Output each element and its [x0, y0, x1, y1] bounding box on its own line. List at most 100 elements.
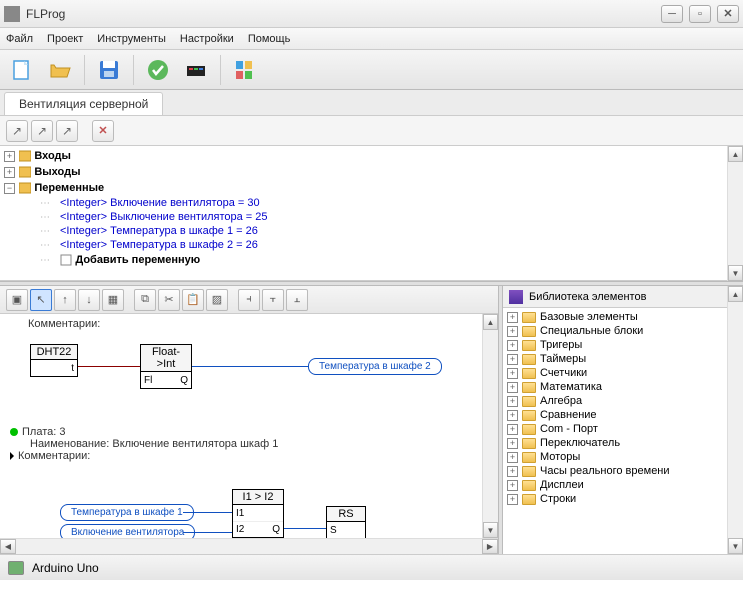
tag-fan-on[interactable]: Включение вентилятора — [60, 524, 195, 538]
library-item[interactable]: +Переключатель — [505, 436, 725, 450]
tree-toggle-icon[interactable]: + — [507, 312, 518, 323]
canvas-tool-align3[interactable]: ⫠ — [286, 289, 308, 311]
tree-var-item[interactable]: <Integer> Температура в шкафе 1 = 26 — [60, 225, 258, 237]
tree-add-variable[interactable]: Добавить переменную — [75, 254, 200, 266]
tree-toggle-icon[interactable]: + — [507, 326, 518, 337]
menu-settings[interactable]: Настройки — [180, 33, 234, 45]
scroll-down-icon[interactable]: ▼ — [728, 538, 743, 554]
library-item[interactable]: +Часы реального времени — [505, 464, 725, 478]
tree-toggle-icon[interactable]: + — [507, 354, 518, 365]
library-tree[interactable]: +Базовые элементы+Специальные блоки+Триг… — [503, 308, 727, 554]
tree-toggle-icon[interactable]: + — [507, 396, 518, 407]
close-button[interactable]: ✕ — [717, 5, 739, 23]
tree-btn-2[interactable]: ↗ — [31, 120, 53, 142]
tree-variables[interactable]: Переменные — [34, 182, 104, 194]
tree-inputs[interactable]: Входы — [34, 150, 71, 162]
menu-tools[interactable]: Инструменты — [97, 33, 166, 45]
scroll-right-icon[interactable]: ▶ — [482, 539, 498, 554]
library-item[interactable]: +Com - Порт — [505, 422, 725, 436]
canvas-scrollbar-v[interactable]: ▲▼ — [482, 314, 498, 538]
menu-project[interactable]: Проект — [47, 33, 83, 45]
tree-var-item[interactable]: <Integer> Выключение вентилятора = 25 — [60, 211, 268, 223]
tree-toggle-icon[interactable]: + — [507, 340, 518, 351]
canvas-tool-9[interactable]: ▨ — [206, 289, 228, 311]
save-button[interactable] — [93, 54, 125, 86]
tree-toggle-icon[interactable]: + — [507, 424, 518, 435]
menu-file[interactable]: Файл — [6, 33, 33, 45]
block-dht22[interactable]: DHT22 t — [30, 344, 78, 377]
library-item[interactable]: +Базовые элементы — [505, 310, 725, 324]
block-port: Q — [180, 375, 188, 386]
scroll-up-icon[interactable]: ▲ — [728, 146, 743, 162]
tree-toggle-icon[interactable]: + — [507, 368, 518, 379]
tree-toggle-icon[interactable]: + — [4, 151, 15, 162]
maximize-button[interactable]: ▫ — [689, 5, 711, 23]
statusbar: Arduino Uno — [0, 554, 743, 580]
canvas-tool-cut[interactable]: ✂ — [158, 289, 180, 311]
tree-panel[interactable]: + Входы + Выходы − Переменные ⋯<Integer>… — [0, 146, 727, 281]
library-item[interactable]: +Строки — [505, 492, 725, 506]
tag-temp1[interactable]: Температура в шкафе 1 — [60, 504, 194, 521]
block-float2int[interactable]: Float->Int FlQ — [140, 344, 192, 389]
tree-toggle-icon[interactable]: + — [4, 167, 15, 178]
verify-button[interactable] — [142, 54, 174, 86]
tree-btn-1[interactable]: ↗ — [6, 120, 28, 142]
canvas-tool-down[interactable]: ↓ — [78, 289, 100, 311]
canvas-scrollbar-h[interactable]: ◀▶ — [0, 538, 498, 554]
library-scrollbar[interactable]: ▲▼ — [727, 286, 743, 554]
tree-toggle-icon[interactable]: + — [507, 382, 518, 393]
scroll-down-icon[interactable]: ▼ — [483, 522, 498, 538]
scroll-down-icon[interactable]: ▼ — [728, 265, 743, 281]
library-item[interactable]: +Счетчики — [505, 366, 725, 380]
tab-project[interactable]: Вентиляция серверной — [4, 92, 163, 115]
new-button[interactable] — [6, 54, 38, 86]
library-item[interactable]: +Сравнение — [505, 408, 725, 422]
minimize-button[interactable]: ─ — [661, 5, 683, 23]
canvas-tool-5[interactable]: ▦ — [102, 289, 124, 311]
menu-help[interactable]: Помощь — [248, 33, 291, 45]
folder-icon — [522, 312, 536, 323]
canvas-tool-paste[interactable]: 📋 — [182, 289, 204, 311]
open-button[interactable] — [44, 54, 76, 86]
tree-toggle-icon[interactable]: + — [507, 438, 518, 449]
tree-toggle-icon[interactable]: + — [507, 466, 518, 477]
upload-button[interactable] — [180, 54, 212, 86]
tree-outputs[interactable]: Выходы — [34, 166, 80, 178]
toolbar-separator — [84, 55, 85, 85]
tree-toggle-icon[interactable]: + — [507, 410, 518, 421]
tag-temp2[interactable]: Температура в шкафе 2 — [308, 358, 442, 375]
tree-var-item[interactable]: <Integer> Температура в шкафе 2 = 26 — [60, 239, 258, 251]
window-title: FLProg — [26, 7, 65, 21]
canvas-tool-1[interactable]: ▣ — [6, 289, 28, 311]
library-item[interactable]: +Алгебра — [505, 394, 725, 408]
tree-var-item[interactable]: <Integer> Включение вентилятора = 30 — [60, 197, 260, 209]
canvas-tool-align2[interactable]: ⫟ — [262, 289, 284, 311]
library-item[interactable]: +Математика — [505, 380, 725, 394]
tree-scrollbar[interactable]: ▲▼ — [727, 146, 743, 281]
library-item[interactable]: +Тригеры — [505, 338, 725, 352]
tree-btn-3[interactable]: ↗ — [56, 120, 78, 142]
library-item[interactable]: +Специальные блоки — [505, 324, 725, 338]
canvas-area[interactable]: Комментарии: DHT22 t Float->Int FlQ Темп… — [0, 314, 482, 538]
scroll-up-icon[interactable]: ▲ — [483, 314, 498, 330]
folder-icon — [522, 410, 536, 421]
library-item[interactable]: +Таймеры — [505, 352, 725, 366]
block-rs[interactable]: RS S — [326, 506, 366, 538]
library-item[interactable]: +Дисплеи — [505, 478, 725, 492]
scroll-up-icon[interactable]: ▲ — [728, 286, 743, 302]
canvas-tool-up[interactable]: ↑ — [54, 289, 76, 311]
canvas-tool-copy[interactable]: ⧉ — [134, 289, 156, 311]
wire — [183, 512, 233, 513]
tree-toggle-icon[interactable]: + — [507, 494, 518, 505]
library-button[interactable] — [229, 54, 261, 86]
block-compare[interactable]: I1 > I2 I1 I2Q — [232, 489, 284, 538]
canvas-tool-select[interactable]: ↖ — [30, 289, 52, 311]
tab-strip: Вентиляция серверной — [0, 90, 743, 116]
tree-toggle-icon[interactable]: − — [4, 183, 15, 194]
tree-toggle-icon[interactable]: + — [507, 452, 518, 463]
tree-delete-button[interactable]: ✕ — [92, 120, 114, 142]
library-item[interactable]: +Моторы — [505, 450, 725, 464]
tree-toggle-icon[interactable]: + — [507, 480, 518, 491]
scroll-left-icon[interactable]: ◀ — [0, 539, 16, 554]
canvas-tool-align1[interactable]: ⫞ — [238, 289, 260, 311]
